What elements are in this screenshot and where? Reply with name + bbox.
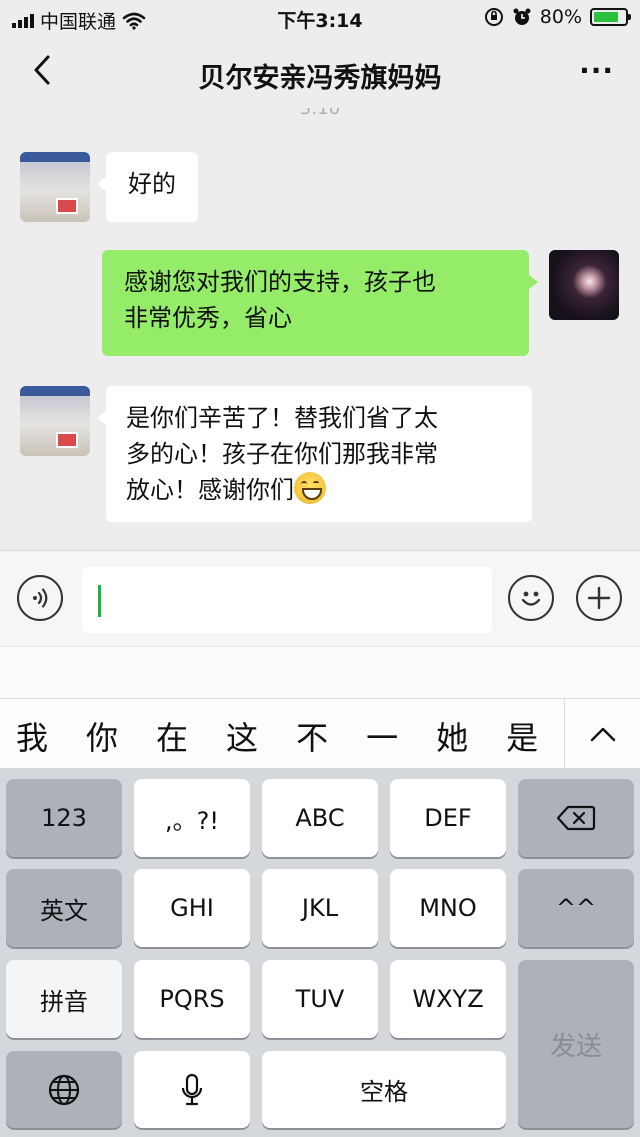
candidate-word[interactable]: 不 bbox=[296, 713, 328, 759]
key-pinyin[interactable]: 拼音 bbox=[6, 960, 122, 1038]
message-timestamp: 3:10 bbox=[299, 108, 341, 119]
candidate-word[interactable]: 一 bbox=[366, 713, 398, 759]
chat-area[interactable]: 3:10 好的 感谢您对我们的支持，孩子也 非常优秀，省心 是你们辛苦了！替我们… bbox=[0, 108, 640, 550]
battery-icon bbox=[590, 8, 631, 26]
candidate-word[interactable]: 是 bbox=[506, 713, 538, 759]
send-key[interactable]: 发送 bbox=[518, 960, 634, 1128]
globe-key[interactable] bbox=[6, 1051, 122, 1128]
message-input[interactable] bbox=[82, 567, 492, 633]
message-text: 感谢您对我们的支持，孩子也 bbox=[124, 268, 436, 296]
emoji-button[interactable] bbox=[508, 575, 554, 621]
key-jkl[interactable]: JKL bbox=[262, 869, 378, 947]
message-text: 非常优秀，省心 bbox=[124, 304, 292, 332]
key-def[interactable]: DEF bbox=[390, 779, 506, 857]
more-button[interactable]: ··· bbox=[579, 54, 614, 87]
more-functions-button[interactable] bbox=[576, 575, 622, 621]
message-text-last-line: 放心！感谢你们 bbox=[126, 472, 512, 508]
message-row: 感谢您对我们的支持，孩子也 非常优秀，省心 bbox=[102, 250, 619, 356]
key-emoticon[interactable]: ^^ bbox=[518, 869, 634, 947]
key-123[interactable]: 123 bbox=[6, 779, 122, 857]
globe-icon bbox=[48, 1074, 80, 1105]
message-text: 是你们辛苦了！替我们省了太 bbox=[126, 404, 438, 432]
keyboard-top-spacer bbox=[0, 646, 640, 698]
message-input-bar bbox=[0, 550, 640, 646]
microphone-icon bbox=[181, 1073, 203, 1105]
orientation-lock-icon bbox=[484, 8, 503, 26]
expand-candidates-button[interactable] bbox=[564, 699, 640, 768]
candidate-bar: 我 你 在 这 不 一 她 是 bbox=[0, 698, 640, 768]
candidate-word[interactable]: 我 bbox=[16, 713, 48, 759]
my-avatar[interactable] bbox=[549, 250, 619, 320]
chat-title: 贝尔安亲冯秀旗妈妈 bbox=[198, 63, 442, 94]
message-bubble[interactable]: 感谢您对我们的支持，孩子也 非常优秀，省心 bbox=[102, 250, 538, 356]
chevron-up-icon bbox=[590, 727, 615, 742]
battery-percent: 80% bbox=[539, 6, 582, 28]
key-pqrs[interactable]: PQRS bbox=[134, 960, 250, 1038]
contact-avatar[interactable] bbox=[20, 386, 90, 456]
smiley-icon bbox=[521, 591, 541, 606]
microphone-key[interactable] bbox=[134, 1051, 250, 1128]
plus-icon bbox=[587, 586, 611, 610]
message-bubble[interactable]: 是你们辛苦了！替我们省了太 多的心！孩子在你们那我非常 放心！感谢你们 bbox=[97, 386, 532, 522]
candidate-word[interactable]: 你 bbox=[86, 713, 118, 759]
key-tuv[interactable]: TUV bbox=[262, 960, 378, 1038]
message-bubble[interactable]: 好的 bbox=[97, 152, 198, 222]
text-caret bbox=[98, 585, 101, 617]
key-mno[interactable]: MNO bbox=[390, 869, 506, 947]
key-abc[interactable]: ABC bbox=[262, 779, 378, 857]
key-ghi[interactable]: GHI bbox=[134, 869, 250, 947]
battery-level bbox=[594, 12, 618, 22]
key-english[interactable]: 英文 bbox=[6, 869, 122, 947]
backspace-key[interactable] bbox=[518, 779, 634, 857]
message-text: 放心！感谢你们 bbox=[126, 476, 294, 504]
key-punctuation[interactable]: ,。?! bbox=[134, 779, 250, 857]
space-key[interactable]: 空格 bbox=[262, 1051, 506, 1128]
voice-button[interactable] bbox=[17, 575, 63, 621]
keyboard: 123 ,。?! ABC DEF 英文 GHI JKL MNO ^^ 拼音 PQ… bbox=[0, 768, 640, 1137]
message-row: 好的 bbox=[20, 152, 198, 222]
alarm-icon bbox=[513, 8, 531, 25]
grinning-face-emoji bbox=[294, 472, 326, 504]
voice-icon bbox=[33, 588, 48, 608]
message-text: 好的 bbox=[128, 170, 176, 198]
candidate-word[interactable]: 这 bbox=[226, 713, 258, 759]
candidate-list: 我 你 在 这 不 一 她 是 bbox=[16, 713, 538, 759]
contact-avatar[interactable] bbox=[20, 152, 90, 222]
candidate-word[interactable]: 她 bbox=[436, 713, 468, 759]
chat-header: 贝尔安亲冯秀旗妈妈 ··· bbox=[0, 36, 640, 108]
status-bar: 中国联通 下午3:14 80% bbox=[0, 0, 640, 36]
message-row: 是你们辛苦了！替我们省了太 多的心！孩子在你们那我非常 放心！感谢你们 bbox=[20, 386, 532, 522]
candidate-word[interactable]: 在 bbox=[156, 713, 188, 759]
message-text: 多的心！孩子在你们那我非常 bbox=[126, 440, 438, 468]
backspace-icon bbox=[556, 805, 596, 831]
key-wxyz[interactable]: WXYZ bbox=[390, 960, 506, 1038]
status-right: 80% bbox=[484, 6, 631, 28]
